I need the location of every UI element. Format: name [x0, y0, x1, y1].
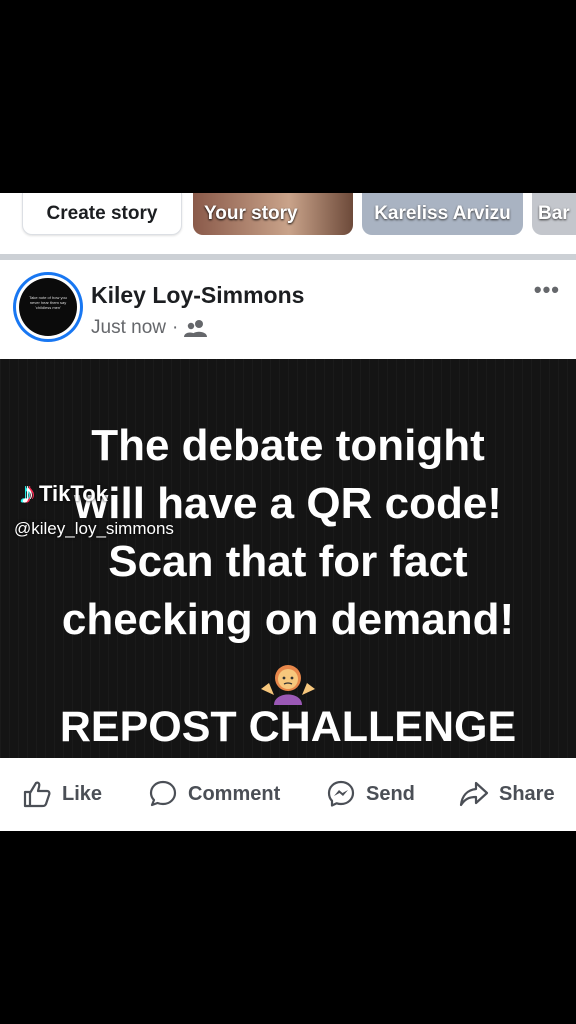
like-button[interactable]: Like	[22, 779, 102, 809]
share-button[interactable]: Share	[459, 779, 555, 809]
comment-bubble-icon	[149, 780, 177, 807]
comment-label: Comment	[188, 782, 281, 805]
post-header: Take note of how you never hear them say…	[0, 260, 576, 358]
share-label: Share	[499, 782, 555, 805]
like-label: Like	[62, 782, 103, 805]
more-options-icon[interactable]: •••	[534, 277, 560, 303]
meme-line: Scan that for fact	[108, 537, 468, 586]
stories-row: Create story Your story Kareliss Arvizu …	[0, 193, 576, 255]
person-shrugging-icon	[261, 665, 315, 705]
post-author-name[interactable]: Kiley Loy-Simmons	[91, 282, 304, 309]
tiktok-wordmark: TikTok	[39, 481, 108, 506]
comment-button[interactable]: Comment	[148, 779, 280, 809]
thumbs-up-icon	[23, 781, 51, 808]
share-arrow-icon	[459, 781, 489, 807]
facebook-feed: Create story Your story Kareliss Arvizu …	[0, 193, 576, 831]
tiktok-watermark: ♪ TikTok	[20, 477, 108, 511]
meme-line: The debate tonight	[91, 421, 485, 470]
post-image[interactable]: The debate tonight will have a QR code! …	[0, 359, 576, 758]
avatar[interactable]: Take note of how you never hear them say…	[19, 278, 77, 336]
avatar-text: Take note of how you never hear them say…	[29, 295, 67, 310]
story-card-partial[interactable]: Bar	[532, 193, 576, 235]
meme-line: checking on demand!	[61, 595, 515, 644]
create-story-button[interactable]: Create story	[22, 193, 182, 235]
post-actions-bar: Like Comment Send Share	[0, 759, 576, 831]
send-label: Send	[366, 782, 415, 805]
send-button[interactable]: Send	[326, 779, 415, 809]
your-story-card[interactable]: Your story	[193, 193, 353, 235]
meta-separator: ·	[171, 317, 179, 338]
post-timestamp[interactable]: Just now	[91, 317, 166, 339]
tiktok-logo-icon: ♪	[20, 477, 35, 510]
story-card-kareliss-arvizu[interactable]: Kareliss Arvizu	[362, 193, 523, 235]
friends-icon	[184, 320, 208, 337]
messenger-icon	[327, 780, 355, 807]
tiktok-handle: @kiley_loy_simmons	[14, 519, 174, 538]
post-meta: Just now ·	[91, 317, 208, 339]
repost-challenge-text: REPOST CHALLENGE	[59, 703, 517, 751]
